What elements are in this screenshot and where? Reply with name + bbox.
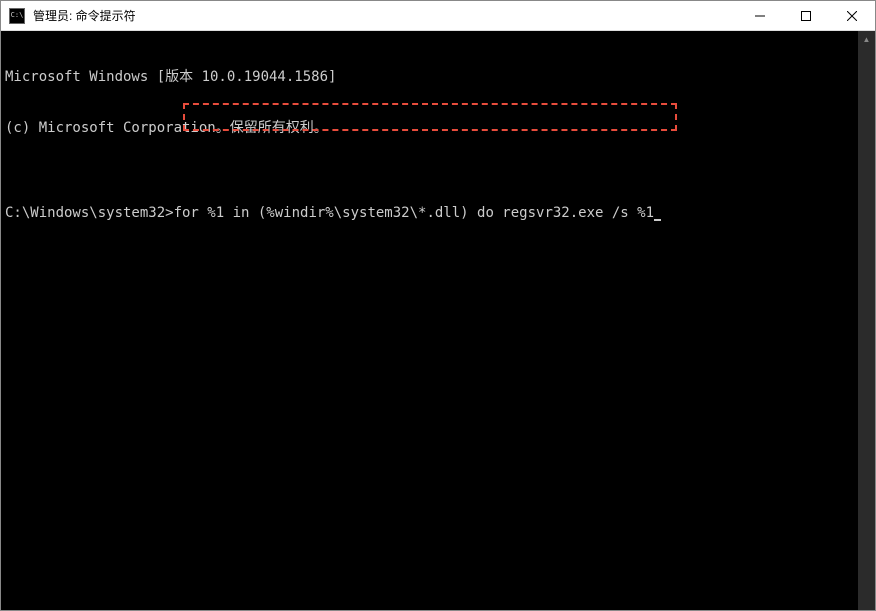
copyright-line: (c) Microsoft Corporation。保留所有权利。 [5,120,871,137]
titlebar[interactable]: C:\ 管理员: 命令提示符 [1,1,875,31]
window-controls [737,1,875,30]
prompt-text: C:\Windows\system32> [5,205,174,221]
maximize-button[interactable] [783,1,829,30]
window-title: 管理员: 命令提示符 [33,7,737,24]
command-text: for %1 in (%windir%\system32\*.dll) do r… [174,205,654,221]
cmd-window: C:\ 管理员: 命令提示符 Microsoft Windows [版本 10.… [0,0,876,611]
scroll-up-button[interactable]: ▲ [858,31,875,48]
version-line: Microsoft Windows [版本 10.0.19044.1586] [5,69,871,86]
terminal-content: Microsoft Windows [版本 10.0.19044.1586] (… [1,31,875,260]
terminal-area[interactable]: Microsoft Windows [版本 10.0.19044.1586] (… [1,31,875,610]
close-button[interactable] [829,1,875,30]
minimize-button[interactable] [737,1,783,30]
cursor [654,219,661,221]
scrollbar[interactable]: ▲ [858,31,875,610]
command-line: C:\Windows\system32>for %1 in (%windir%\… [5,205,871,222]
cmd-icon: C:\ [9,8,25,24]
